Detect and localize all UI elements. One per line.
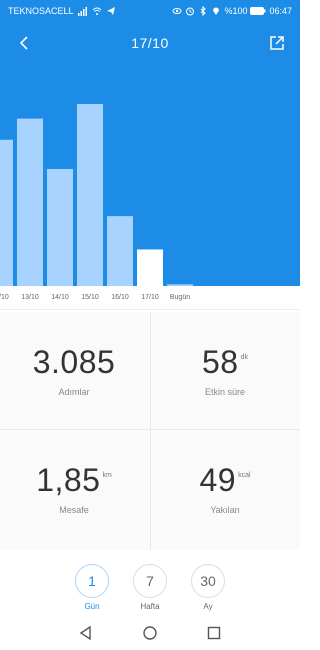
- calories-unit: kcal: [238, 472, 251, 479]
- battery-icon: [250, 7, 266, 15]
- share-icon[interactable]: [268, 34, 286, 52]
- nav-home-icon[interactable]: [141, 624, 159, 642]
- range-week-label: Hafta: [140, 602, 160, 611]
- chart-bar[interactable]: [47, 169, 73, 286]
- range-day-button[interactable]: 1: [75, 564, 109, 598]
- chart-x-axis: 12/10 13/10 14/10 15/10 16/10 17/10 Bugün: [0, 286, 300, 310]
- steps-chart[interactable]: [0, 64, 300, 286]
- range-week-button[interactable]: 7: [133, 564, 167, 598]
- wifi-icon: [92, 7, 101, 15]
- status-bar: TEKNOSACELL %100 06:47: [0, 0, 300, 22]
- range-day-label: Gün: [84, 602, 100, 611]
- alarm-icon: [186, 7, 195, 16]
- app-header: 17/10: [0, 22, 300, 64]
- steps-label: Adımlar: [58, 387, 90, 397]
- chart-bar[interactable]: [17, 118, 43, 286]
- carrier-name: TEKNOSACELL: [8, 6, 74, 16]
- chart-bar[interactable]: [77, 104, 103, 286]
- distance-value: 1,85: [36, 462, 101, 498]
- bluetooth-icon: [201, 6, 207, 16]
- steps-value: 3.085: [32, 344, 116, 380]
- stats-grid: 3.085 Adımlar 58 dk Etkin süre 1,85 km Mes…: [0, 312, 300, 550]
- stat-active-time: 58 dk Etkin süre: [151, 312, 299, 429]
- x-tick-label: 16/10: [111, 294, 129, 301]
- x-tick-label: 17/10: [141, 294, 159, 301]
- active-time-label: Etkin süre: [204, 387, 246, 397]
- range-selector: 1 Gün 7 Hafta 30 Ay: [0, 558, 300, 616]
- active-time-unit: dk: [240, 354, 248, 361]
- system-nav-bar: [0, 616, 300, 650]
- chevron-left-icon[interactable]: [16, 34, 34, 52]
- stat-steps: 3.085 Adımlar: [0, 312, 148, 429]
- steps-bar-chart: [0, 104, 193, 286]
- x-tick-label: 14/10: [51, 294, 69, 301]
- nav-back-icon[interactable]: [77, 624, 95, 642]
- active-time-value: 58: [202, 344, 239, 380]
- telegram-icon: [106, 7, 115, 15]
- x-tick-label: 15/10: [81, 294, 99, 301]
- nav-recents-icon[interactable]: [205, 624, 223, 642]
- eye-comfort-icon: [172, 8, 182, 14]
- signal-icon: [77, 7, 87, 16]
- stat-calories: 49 kcal Yakılan: [151, 430, 299, 547]
- distance-label: Mesafe: [59, 505, 89, 515]
- calories-label: Yakılan: [210, 505, 240, 515]
- stat-distance: 1,85 km Mesafe: [0, 430, 148, 547]
- range-month-button[interactable]: 30: [191, 564, 225, 598]
- x-tick-label: 12/10: [0, 294, 9, 301]
- location-icon: [213, 7, 220, 15]
- chart-bar[interactable]: [137, 249, 163, 286]
- calories-value: 49: [199, 462, 237, 498]
- clock: 06:47: [269, 6, 292, 16]
- range-month-label: Ay: [203, 602, 213, 611]
- page-title: 17/10: [131, 35, 169, 51]
- chart-bar[interactable]: [107, 216, 133, 286]
- distance-unit: km: [102, 472, 112, 479]
- battery-percent: %100: [224, 6, 248, 16]
- x-tick-label: Bugün: [169, 294, 191, 301]
- x-tick-label: 13/10: [21, 294, 39, 301]
- chart-bar[interactable]: [0, 139, 13, 286]
